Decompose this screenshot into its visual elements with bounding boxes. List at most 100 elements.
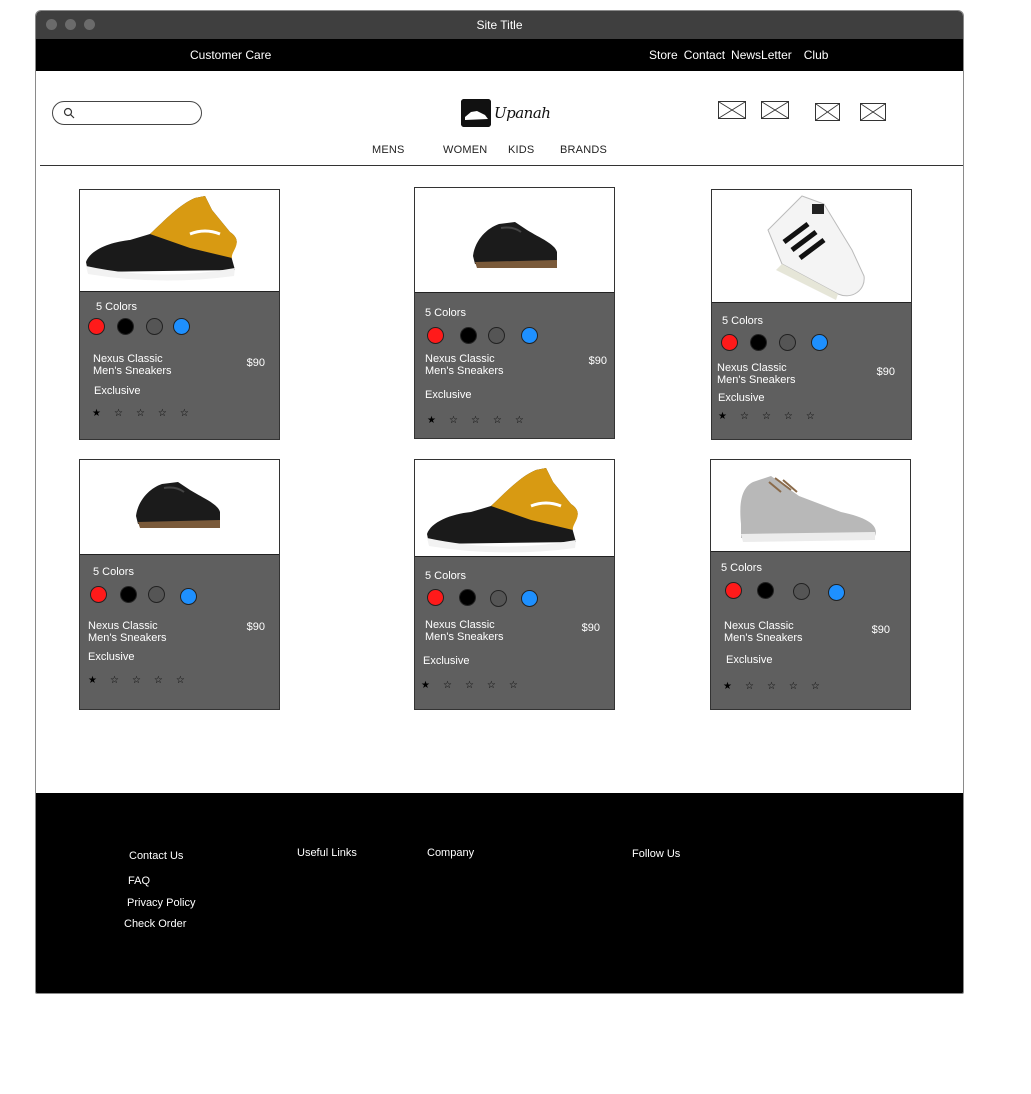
star-empty-icon[interactable]: ☆	[114, 408, 123, 419]
star-empty-icon[interactable]: ☆	[740, 411, 749, 422]
site-logo[interactable]: Upanah	[461, 98, 553, 130]
color-swatch-blue[interactable]	[173, 318, 190, 335]
header-icon-3[interactable]	[815, 103, 840, 121]
star-empty-icon[interactable]: ☆	[493, 415, 502, 426]
product-image[interactable]	[80, 190, 279, 294]
color-swatch-grey[interactable]	[490, 590, 507, 607]
star-filled-icon[interactable]: ★	[718, 411, 727, 422]
club-link[interactable]: Club	[804, 48, 829, 62]
product-card[interactable]: 5 Colors Nexus Classic Men's Sneakers $90…	[414, 187, 615, 439]
product-image[interactable]	[415, 188, 614, 294]
rating-stars[interactable]: ★ ☆ ☆ ☆ ☆	[718, 411, 815, 422]
star-empty-icon[interactable]: ☆	[762, 411, 771, 422]
product-card[interactable]: 5 Colors Nexus Classic Men's Sneakers $90…	[414, 459, 615, 710]
footer-faq[interactable]: FAQ	[128, 875, 150, 887]
color-swatch-blue[interactable]	[828, 584, 845, 601]
color-swatch-blue[interactable]	[180, 588, 197, 605]
star-filled-icon[interactable]: ★	[723, 681, 732, 692]
rating-stars[interactable]: ★ ☆ ☆ ☆ ☆	[88, 675, 185, 686]
star-filled-icon[interactable]: ★	[427, 415, 436, 426]
star-empty-icon[interactable]: ☆	[443, 680, 452, 691]
product-image[interactable]	[711, 460, 910, 552]
rating-stars[interactable]: ★ ☆ ☆ ☆ ☆	[421, 680, 518, 691]
product-name[interactable]: Nexus Classic Men's Sneakers	[425, 619, 504, 643]
star-filled-icon[interactable]: ★	[88, 675, 97, 686]
star-empty-icon[interactable]: ☆	[132, 675, 141, 686]
search-input[interactable]	[52, 101, 202, 125]
star-empty-icon[interactable]: ☆	[806, 411, 815, 422]
footer-contact-us[interactable]: Contact Us	[129, 850, 183, 862]
product-image[interactable]	[415, 460, 614, 558]
product-image[interactable]	[80, 460, 279, 556]
header-icon-2[interactable]	[761, 101, 789, 119]
nav-women[interactable]: WOMEN	[443, 144, 487, 156]
color-swatch-blue[interactable]	[521, 327, 538, 344]
product-name[interactable]: Nexus Classic Men's Sneakers	[88, 620, 167, 644]
header-icon-4[interactable]	[860, 103, 886, 121]
rating-stars[interactable]: ★ ☆ ☆ ☆ ☆	[92, 408, 189, 419]
product-name[interactable]: Nexus Classic Men's Sneakers	[425, 353, 504, 377]
star-empty-icon[interactable]: ☆	[176, 675, 185, 686]
product-card[interactable]: 5 Colors Nexus Classic Men's Sneakers $90…	[79, 189, 280, 440]
contact-link[interactable]: Contact	[684, 48, 725, 62]
color-swatch-red[interactable]	[88, 318, 105, 335]
footer-check-order[interactable]: Check Order	[124, 918, 186, 930]
star-empty-icon[interactable]: ☆	[789, 681, 798, 692]
star-filled-icon[interactable]: ★	[421, 680, 430, 691]
star-empty-icon[interactable]: ☆	[110, 675, 119, 686]
color-swatch-red[interactable]	[427, 589, 444, 606]
nav-mens[interactable]: MENS	[372, 144, 405, 156]
star-empty-icon[interactable]: ☆	[465, 680, 474, 691]
product-image[interactable]	[712, 190, 911, 304]
color-swatch-blue[interactable]	[811, 334, 828, 351]
product-card[interactable]: 5 Colors Nexus Classic Men's Sneakers $90…	[710, 459, 911, 710]
rating-stars[interactable]: ★ ☆ ☆ ☆ ☆	[427, 415, 524, 426]
star-empty-icon[interactable]: ☆	[158, 408, 167, 419]
color-swatch-blue[interactable]	[521, 590, 538, 607]
color-swatch-black[interactable]	[120, 586, 137, 603]
header-icon-1[interactable]	[718, 101, 746, 119]
star-empty-icon[interactable]: ☆	[767, 681, 776, 692]
color-swatch-red[interactable]	[90, 586, 107, 603]
color-swatch-grey[interactable]	[146, 318, 163, 335]
star-empty-icon[interactable]: ☆	[515, 415, 524, 426]
color-swatch-black[interactable]	[750, 334, 767, 351]
footer-follow-us[interactable]: Follow Us	[632, 848, 680, 860]
rating-stars[interactable]: ★ ☆ ☆ ☆ ☆	[723, 681, 820, 692]
star-empty-icon[interactable]: ☆	[784, 411, 793, 422]
star-empty-icon[interactable]: ☆	[811, 681, 820, 692]
star-empty-icon[interactable]: ☆	[487, 680, 496, 691]
color-swatch-red[interactable]	[427, 327, 444, 344]
footer-useful-links[interactable]: Useful Links	[297, 847, 357, 859]
nav-brands[interactable]: BRANDS	[560, 144, 607, 156]
star-empty-icon[interactable]: ☆	[154, 675, 163, 686]
product-name[interactable]: Nexus Classic Men's Sneakers	[93, 353, 172, 377]
color-swatch-grey[interactable]	[148, 586, 165, 603]
color-swatch-red[interactable]	[725, 582, 742, 599]
color-swatch-black[interactable]	[117, 318, 134, 335]
star-empty-icon[interactable]: ☆	[449, 415, 458, 426]
nav-kids[interactable]: KIDS	[508, 144, 534, 156]
star-empty-icon[interactable]: ☆	[136, 408, 145, 419]
footer-company[interactable]: Company	[427, 847, 474, 859]
product-card[interactable]: 5 Colors Nexus Classic Men's Sneakers $90…	[79, 459, 280, 710]
footer-privacy-policy[interactable]: Privacy Policy	[127, 897, 195, 909]
color-swatch-black[interactable]	[757, 582, 774, 599]
color-swatch-grey[interactable]	[488, 327, 505, 344]
store-link[interactable]: Store	[649, 48, 678, 62]
color-swatch-grey[interactable]	[793, 583, 810, 600]
newsletter-link[interactable]: NewsLetter	[731, 48, 792, 62]
color-swatch-black[interactable]	[459, 589, 476, 606]
star-filled-icon[interactable]: ★	[92, 408, 101, 419]
star-empty-icon[interactable]: ☆	[509, 680, 518, 691]
product-name[interactable]: Nexus Classic Men's Sneakers	[724, 620, 803, 644]
star-empty-icon[interactable]: ☆	[180, 408, 189, 419]
color-swatch-black[interactable]	[460, 327, 477, 344]
product-card[interactable]: 5 Colors Nexus Classic Men's Sneakers $90…	[711, 189, 912, 440]
color-swatch-grey[interactable]	[779, 334, 796, 351]
color-swatch-red[interactable]	[721, 334, 738, 351]
product-name[interactable]: Nexus Classic Men's Sneakers	[717, 362, 796, 386]
star-empty-icon[interactable]: ☆	[745, 681, 754, 692]
customer-care-link[interactable]: Customer Care	[190, 48, 271, 62]
star-empty-icon[interactable]: ☆	[471, 415, 480, 426]
